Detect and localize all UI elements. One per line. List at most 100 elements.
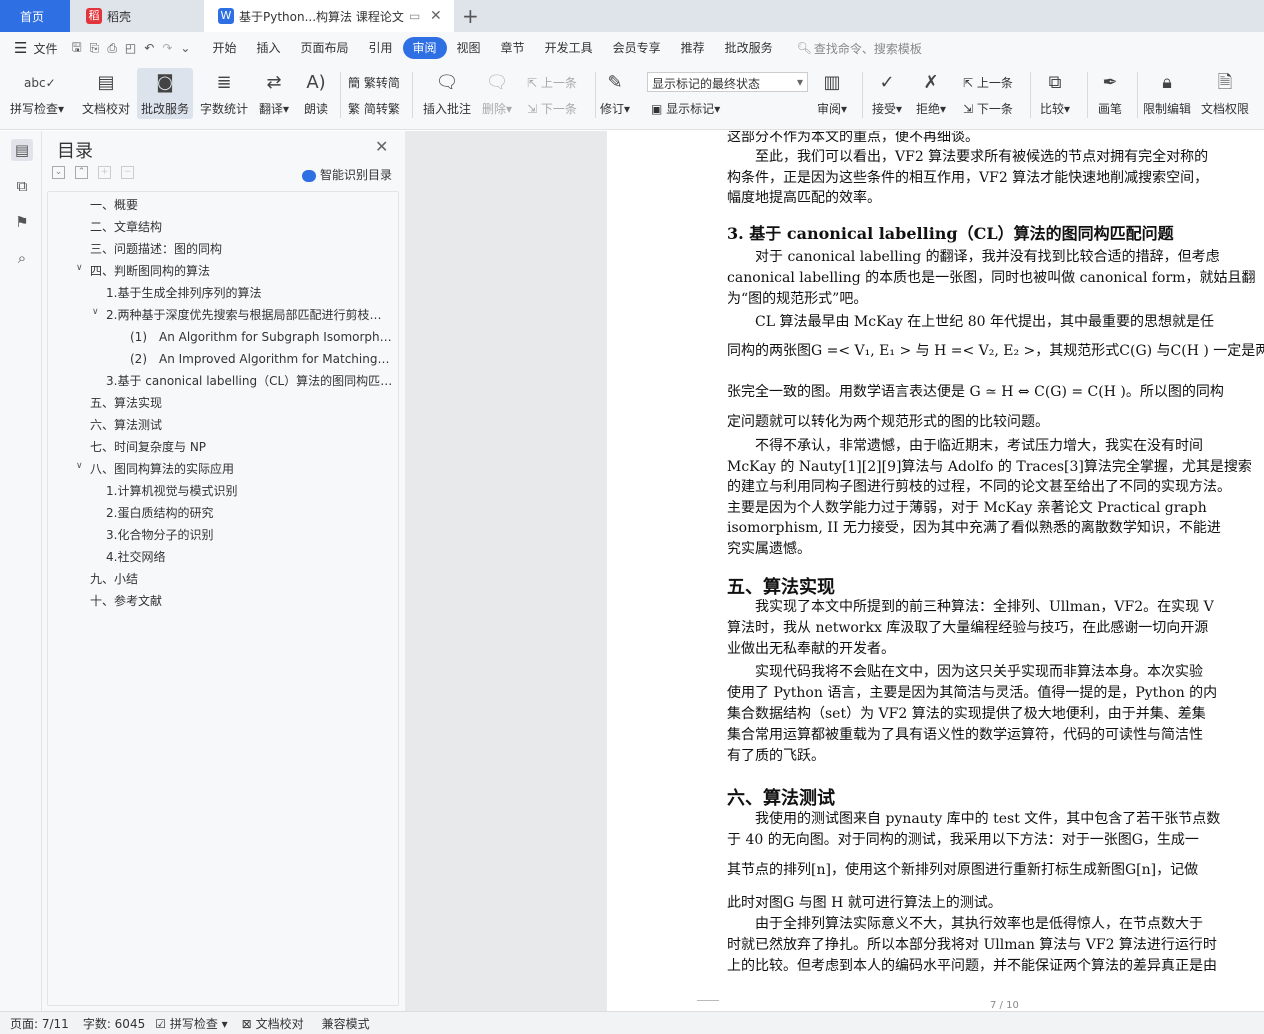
prev-change-icon: ⇱: [963, 76, 974, 90]
track-changes-button[interactable]: ✎ 修订▾: [600, 70, 630, 117]
collapse-all-icon[interactable]: ⌄: [52, 166, 65, 179]
save-icon[interactable]: 🖫: [71, 38, 81, 59]
simp-to-trad-label: 简转繁: [363, 102, 400, 116]
toc-item[interactable]: 2.蛋白质结构的研究: [106, 504, 213, 521]
correction-service-button[interactable]: ◙ 批改服务: [137, 68, 194, 119]
expand-arrow-icon[interactable]: ∨: [76, 461, 83, 471]
redo-icon[interactable]: ↷: [162, 41, 172, 55]
print-preview-icon[interactable]: ◰: [125, 41, 136, 55]
restrict-editing-button[interactable]: 🔒︎ 限制编辑: [1143, 70, 1191, 117]
menu-item[interactable]: 章节: [491, 37, 535, 59]
menu-item[interactable]: 开发工具: [535, 37, 603, 59]
pen-button[interactable]: ✒ 画笔: [1097, 70, 1123, 117]
doc-permission-button[interactable]: 🗎 文档权限: [1201, 70, 1249, 117]
spell-check-button[interactable]: abc✓ 拼写检查▾: [10, 70, 64, 117]
menu-item[interactable]: 审阅: [402, 37, 447, 59]
prev-comment-button[interactable]: ⇱ 上一条: [527, 74, 577, 91]
tab-pin-icon[interactable]: ▭: [409, 9, 420, 23]
find-icon[interactable]: ⌕: [11, 247, 33, 269]
menu-item[interactable]: 会员专享: [603, 37, 671, 59]
expand-all-icon[interactable]: ⌃: [75, 166, 88, 179]
toc-item[interactable]: 二、文章结构: [90, 218, 162, 235]
toc-item[interactable]: 九、小结: [90, 570, 138, 587]
hamburger-icon[interactable]: ☰: [14, 39, 27, 57]
reject-button[interactable]: ✗ 拒绝▾: [916, 70, 946, 117]
word-count-indicator[interactable]: 字数: 6045: [83, 1015, 145, 1032]
toc-item[interactable]: 一、概要: [90, 196, 138, 213]
compare-button[interactable]: ⧉ 比较▾: [1040, 70, 1070, 117]
toc-item[interactable]: (1) An Algorithm for Subgraph Isomorphis…: [130, 328, 393, 345]
toc-item[interactable]: 八、图同构算法的实际应用: [90, 460, 234, 477]
spell-check-label: 拼写检查: [10, 102, 59, 116]
reject-icon: ✗: [923, 72, 939, 93]
proofread-button[interactable]: ▤ 文档校对: [82, 70, 130, 117]
word-count-icon: ≣: [216, 72, 232, 93]
show-markup-button[interactable]: ▣ 显示标记▾: [651, 100, 720, 117]
toc-item[interactable]: 1.计算机视觉与模式识别: [106, 482, 237, 499]
menu-file[interactable]: 文件: [33, 40, 57, 57]
print-icon[interactable]: ⎙: [107, 41, 117, 56]
doc-text-line: CL 算法最早由 McKay 在上世纪 80 年代提出，其中最重要的思想就是任: [727, 314, 1214, 330]
quick-access-chevron-icon[interactable]: ⌄: [180, 41, 190, 55]
translate-button[interactable]: ⇄ 翻译▾: [259, 70, 289, 117]
chapter-nav-icon[interactable]: ⧉: [11, 175, 33, 197]
word-count-button[interactable]: ≣ 字数统计: [200, 70, 248, 117]
menu-item[interactable]: 批改服务: [715, 37, 783, 59]
proofread-status[interactable]: ⊠ 文档校对: [242, 1015, 304, 1032]
undo-icon[interactable]: ↶: [144, 41, 154, 55]
toc-item[interactable]: 十、参考文献: [90, 592, 162, 609]
bookmark-icon[interactable]: ⚑: [11, 211, 33, 233]
show-markup-icon: ▣: [651, 102, 663, 116]
review-pane-button[interactable]: ▥ 审阅▾: [817, 70, 847, 117]
track-changes-icon: ✎: [607, 72, 623, 93]
simp-to-trad-button[interactable]: 繁 简转繁: [348, 100, 400, 117]
toc-item[interactable]: 2.两种基于深度优先搜索与根据局部匹配进行剪枝的算法: [106, 306, 393, 323]
toc-nav-icon[interactable]: ▤: [11, 139, 33, 161]
toc-item[interactable]: 七、时间复杂度与 NP: [90, 438, 206, 455]
export-icon[interactable]: ⎘: [90, 41, 100, 56]
toc-item[interactable]: 4.社交网络: [106, 548, 165, 565]
toc-item[interactable]: 1.基于生成全排列序列的算法: [106, 284, 261, 301]
doc-text-line: 集合常用运算都被重载为了具有语义性的数学运算符，代码的可读性与简洁性: [727, 727, 1203, 743]
trad-to-simp-button[interactable]: 簡 繁转简: [348, 74, 400, 91]
menu-item[interactable]: 插入: [246, 37, 290, 59]
next-change-button[interactable]: ⇲ 下一条: [963, 100, 1013, 117]
menu-item[interactable]: 开始: [202, 37, 246, 59]
expand-arrow-icon[interactable]: ∨: [76, 263, 83, 273]
next-comment-button[interactable]: ⇲ 下一条: [527, 100, 577, 117]
new-tab-icon[interactable]: +: [462, 4, 479, 28]
accept-button[interactable]: ✓ 接受▾: [872, 70, 902, 117]
add-heading-icon[interactable]: +: [98, 166, 111, 179]
tab-close-icon[interactable]: ✕: [430, 8, 442, 24]
toc-item[interactable]: 六、算法测试: [90, 416, 162, 433]
menu-item[interactable]: 页面布局: [290, 37, 358, 59]
document-page: 这部分不作为本文的重点，便不再细谈。 至此，我们可以看出，VF2 算法要求所有被…: [607, 131, 1264, 1011]
close-icon[interactable]: ✕: [375, 137, 388, 156]
toc-item[interactable]: 三、问题描述：图的同构: [90, 240, 222, 257]
toc-item[interactable]: (2) An Improved Algorithm for Matching L…: [130, 350, 393, 367]
insert-comment-button[interactable]: 🗨︎ 插入批注: [423, 70, 471, 117]
tab-daoke[interactable]: 稻稻壳: [72, 0, 202, 32]
expand-arrow-icon[interactable]: ∨: [92, 307, 99, 317]
menu-item[interactable]: 引用: [359, 37, 403, 59]
prev-change-button[interactable]: ⇱ 上一条: [963, 74, 1013, 91]
tab-document[interactable]: W 基于Python...构算法 课程论文 ▭ ✕: [204, 0, 454, 32]
toc-item[interactable]: 3.基于 canonical labelling（CL）算法的图同构匹配问题: [106, 372, 393, 389]
read-aloud-button[interactable]: A) 朗读: [303, 70, 329, 117]
toc-item[interactable]: 四、判断图同构的算法: [90, 262, 210, 279]
toc-item[interactable]: 3.化合物分子的识别: [106, 526, 213, 543]
markup-display-select[interactable]: 显示标记的最终状态 ▾: [647, 72, 808, 92]
tab-home[interactable]: 首页: [0, 0, 70, 32]
command-search-input[interactable]: 查找命令、搜索模板: [814, 40, 922, 57]
toc-item[interactable]: 五、算法实现: [90, 394, 162, 411]
permission-icon: 🗎: [1217, 72, 1233, 93]
smart-toc-button[interactable]: 智能识别目录: [302, 166, 392, 183]
delete-comment-button[interactable]: 🗨︎ 删除▾: [482, 70, 512, 117]
tab-document-label: 基于Python...构算法 课程论文: [239, 9, 404, 24]
menu-item[interactable]: 视图: [447, 37, 491, 59]
spell-check-status[interactable]: ☑ 拼写检查 ▾: [155, 1015, 227, 1032]
page-indicator[interactable]: 页面: 7/11: [10, 1015, 69, 1032]
page-corner-mark: [697, 1000, 719, 1001]
menu-item[interactable]: 推荐: [671, 37, 715, 59]
remove-heading-icon[interactable]: −: [121, 166, 134, 179]
